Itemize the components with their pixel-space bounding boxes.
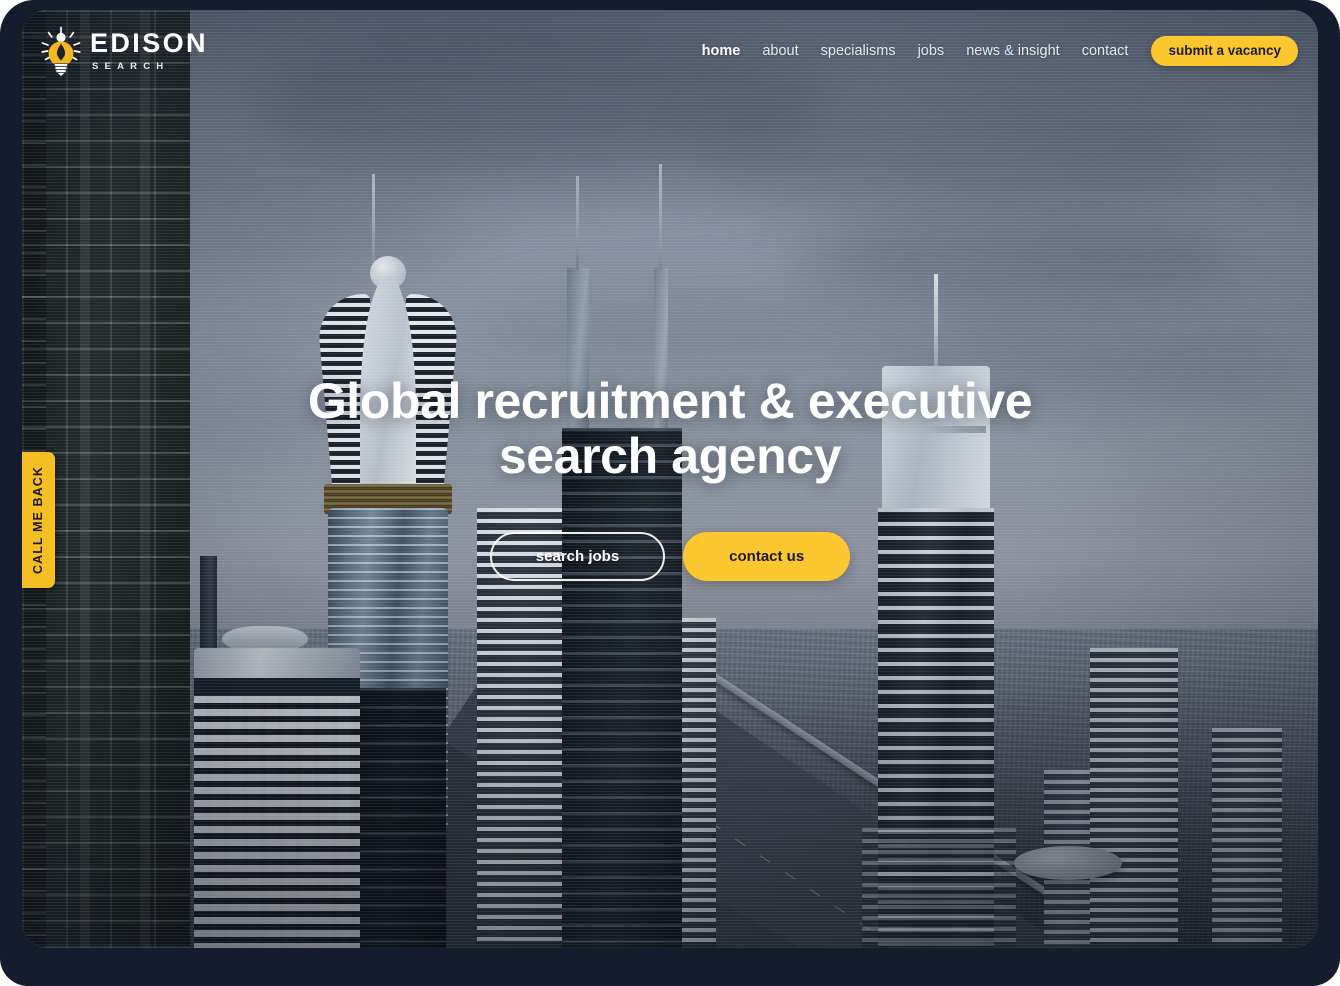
brand-wordmark: EDISON SEARCH (90, 30, 208, 72)
call-me-back-label: CALL ME BACK (31, 465, 46, 575)
main-navigation: home about specialisms jobs news & insig… (691, 36, 1298, 66)
nav-item-specialisms[interactable]: specialisms (810, 37, 907, 65)
hero-action-buttons: search jobs contact us (489, 531, 851, 581)
lightbulb-pen-nib-icon (38, 26, 84, 76)
brand-tagline: SEARCH (92, 61, 170, 73)
brand-logo-link[interactable]: EDISON SEARCH (38, 26, 208, 76)
nav-item-contact[interactable]: contact (1071, 37, 1140, 65)
brand-name: EDISON (90, 28, 208, 59)
nav-item-jobs[interactable]: jobs (907, 37, 956, 65)
call-me-back-tab[interactable]: CALL ME BACK (22, 452, 55, 588)
nav-item-home[interactable]: home (691, 37, 752, 65)
browser-viewport: EDISON SEARCH home about specialisms job… (22, 10, 1318, 948)
contact-us-button[interactable]: contact us (683, 531, 851, 581)
nav-item-about[interactable]: about (751, 37, 809, 65)
hero-section: Global recruitment & executive search ag… (22, 10, 1318, 948)
device-frame: EDISON SEARCH home about specialisms job… (0, 0, 1340, 986)
submit-a-vacancy-button[interactable]: submit a vacancy (1151, 36, 1298, 66)
search-jobs-button[interactable]: search jobs (489, 531, 666, 581)
site-header: EDISON SEARCH home about specialisms job… (22, 10, 1318, 92)
nav-item-news-insight[interactable]: news & insight (955, 37, 1071, 65)
hero-heading: Global recruitment & executive search ag… (307, 372, 1033, 484)
